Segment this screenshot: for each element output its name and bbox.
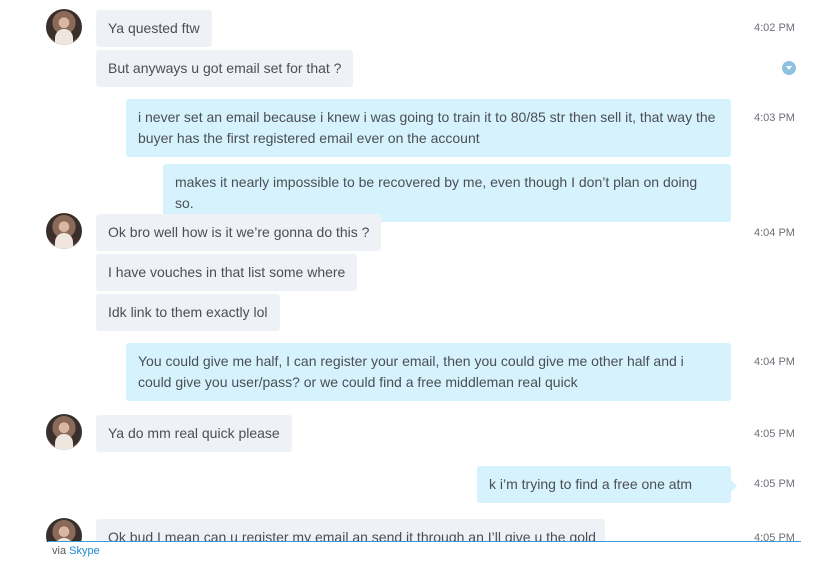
contact-avatar[interactable] [46, 414, 82, 450]
message-bubble: k i’m trying to find a free one atm [477, 466, 737, 503]
message-bubble: I have vouches in that list some where [96, 254, 358, 291]
message-bubble: But anyways u got email set for that ? [96, 50, 354, 87]
contact-avatar[interactable] [46, 213, 82, 249]
message-bubble: i never set an email because i knew i wa… [126, 99, 731, 157]
chat-transcript: Ya quested ftw 4:02 PM But anyways u got… [0, 0, 839, 542]
message-bubble: You could give me half, I can register y… [126, 343, 731, 401]
message-timestamp: 4:02 PM [754, 22, 795, 34]
message-timestamp: 4:04 PM [754, 227, 795, 239]
message-bubble: Idk link to them exactly lol [96, 294, 280, 331]
message-timestamp: 4:04 PM [754, 356, 795, 368]
message-timestamp: 4:05 PM [754, 478, 795, 490]
message-timestamp: 4:03 PM [754, 112, 795, 124]
message-bubble: Ok bro well how is it we’re gonna do thi… [96, 214, 382, 251]
message-bubble: Ok bud I mean can u register my email an… [96, 519, 605, 542]
skype-link[interactable]: Skype [69, 545, 100, 557]
contact-avatar[interactable] [46, 518, 82, 542]
message-bubble: Ya do mm real quick please [96, 415, 292, 452]
message-bubble: Ya quested ftw [96, 10, 212, 47]
contact-avatar[interactable] [46, 9, 82, 45]
via-label: via [52, 545, 67, 557]
chevron-down-circle-icon[interactable] [782, 61, 796, 75]
via-footer: via Skype [52, 545, 100, 557]
footer-divider [48, 541, 801, 542]
message-timestamp: 4:05 PM [754, 428, 795, 440]
